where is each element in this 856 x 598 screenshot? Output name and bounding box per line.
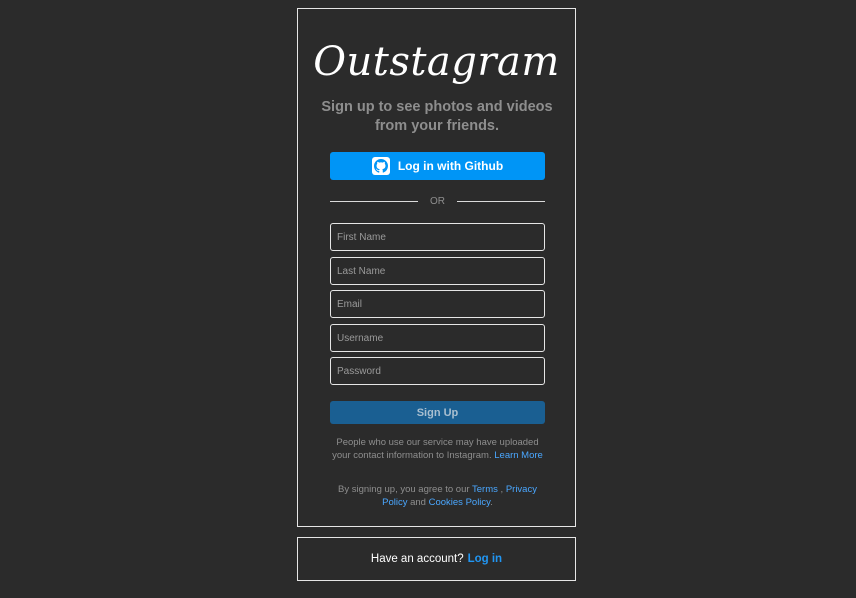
last-name-input[interactable] [330, 257, 545, 285]
login-link[interactable]: Log in [468, 553, 503, 565]
login-card: Have an account? Log in [297, 537, 576, 581]
github-login-label: Log in with Github [397, 159, 504, 173]
signup-card: Outstagram Sign up to see photos and vid… [297, 8, 576, 527]
github-icon [371, 157, 390, 175]
email-input[interactable] [330, 290, 545, 318]
signup-button[interactable]: Sign Up [330, 401, 545, 424]
terms-prefix: By signing up, you agree to our [338, 484, 470, 495]
app-logo: Outstagram [313, 39, 560, 85]
divider-line-right [457, 201, 545, 202]
terms-comma: , [500, 484, 504, 495]
login-prompt-text: Have an account? [370, 553, 464, 565]
first-name-input[interactable] [330, 223, 545, 251]
github-login-button[interactable]: Log in with Github [330, 152, 545, 180]
page: Outstagram Sign up to see photos and vid… [0, 0, 856, 598]
or-divider: OR [330, 195, 545, 209]
divider-text: OR [430, 196, 445, 207]
terms-suffix: . [490, 497, 493, 508]
upload-notice: People who use our service may have uplo… [326, 436, 549, 462]
cookies-policy-link[interactable]: Cookies Policy [429, 497, 491, 508]
terms-notice: By signing up, you agree to our Terms , … [326, 483, 549, 509]
username-input[interactable] [330, 324, 545, 352]
terms-and: and [410, 497, 426, 508]
password-input[interactable] [330, 357, 545, 385]
signup-tagline: Sign up to see photos and videos from yo… [321, 99, 553, 134]
terms-link[interactable]: Terms [472, 484, 498, 495]
learn-more-link[interactable]: Learn More [494, 450, 543, 461]
